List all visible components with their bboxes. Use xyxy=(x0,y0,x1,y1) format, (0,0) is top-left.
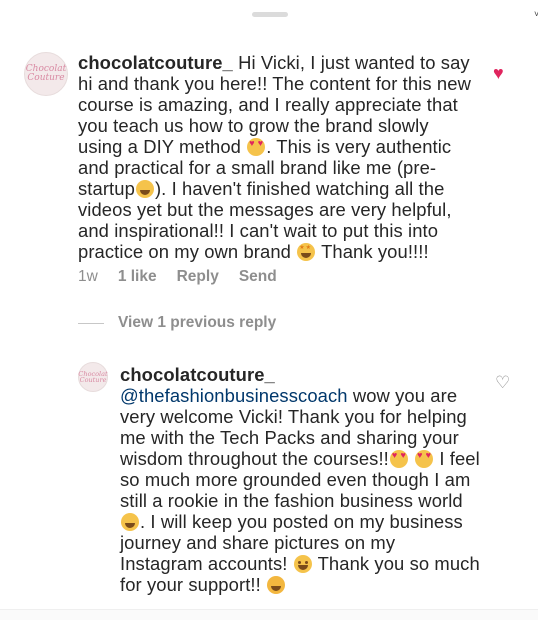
heart-eyes-emoji-icon xyxy=(247,138,266,156)
comment-text: Thank you!!!! xyxy=(316,241,429,262)
avatar[interactable]: Chocolat Couture xyxy=(78,362,108,392)
comment-username[interactable]: chocolatcouture_ xyxy=(120,364,275,385)
heart-eyes-emoji-icon xyxy=(415,450,434,468)
mention-link[interactable]: @thefashionbusinesscoach xyxy=(120,385,348,406)
heart-filled-icon[interactable]: ♥ xyxy=(493,64,504,82)
comment-username[interactable]: chocolatcouture_ xyxy=(78,52,233,73)
heart-outline-icon[interactable]: ♡ xyxy=(495,374,510,391)
likes-count-link[interactable]: 1 like xyxy=(118,268,157,285)
bottom-bar xyxy=(0,609,538,620)
reply-button[interactable]: Reply xyxy=(177,268,219,285)
star-struck-emoji-icon xyxy=(297,243,316,261)
hugging-emoji-icon xyxy=(267,576,286,594)
avatar[interactable]: Chocolat Couture xyxy=(24,52,68,96)
comment-meta: 1w 1 like Reply Send xyxy=(78,268,297,286)
grinning-emoji-icon xyxy=(121,513,139,531)
comment-body: chocolatcouture_ Hi Vicki, I just wanted… xyxy=(78,52,474,262)
divider-line xyxy=(78,322,104,324)
send-button[interactable]: Send xyxy=(239,268,277,285)
view-previous-label: View 1 previous reply xyxy=(118,314,277,331)
reply-body: chocolatcouture_ @thefashionbusinesscoac… xyxy=(120,364,480,595)
comment-time: 1w xyxy=(78,268,98,285)
smiling-emoji-icon xyxy=(293,555,312,573)
view-previous-replies-button[interactable]: View 1 previous reply xyxy=(78,314,276,332)
edge-tick: ˅ xyxy=(534,9,538,19)
sheet-grabber[interactable] xyxy=(252,12,288,17)
heart-eyes-emoji-icon xyxy=(389,450,408,468)
grinning-emoji-icon xyxy=(135,180,154,198)
